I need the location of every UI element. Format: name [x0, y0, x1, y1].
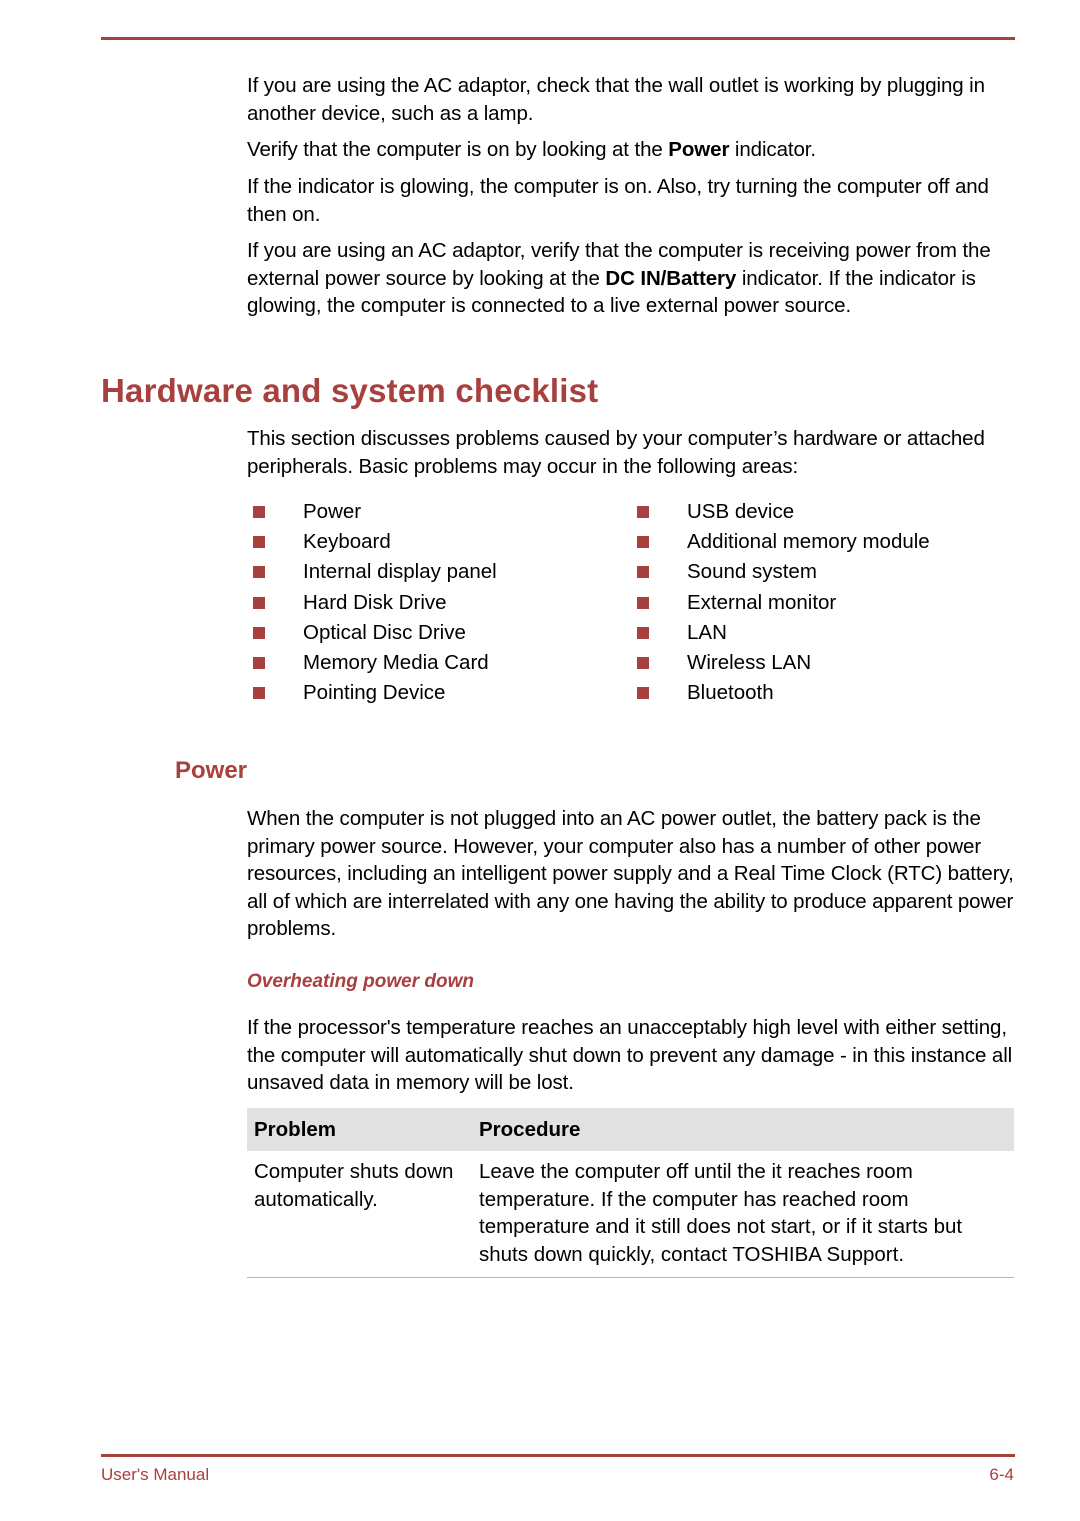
- problem-procedure-table: Problem Procedure Computer shuts down au…: [247, 1108, 1014, 1278]
- page-number: 6-4: [989, 1465, 1014, 1484]
- square-bullet-icon: [253, 656, 265, 669]
- footer-manual-title: User's Manual: [101, 1465, 210, 1484]
- checklist-item: Optical Disc Drive: [253, 619, 497, 649]
- checklist-item-label: Hard Disk Drive: [303, 590, 447, 614]
- footer-rule: [101, 1454, 1015, 1457]
- checklist-item: Bluetooth: [637, 679, 930, 709]
- overheating-body: If the processor's temperature reaches a…: [247, 1016, 1013, 1094]
- checklist-item: Power: [253, 498, 497, 528]
- column-header-problem: Problem: [254, 1117, 337, 1141]
- checklist-item-label: Wireless LAN: [687, 650, 812, 674]
- checklist-item-label: USB device: [687, 500, 795, 523]
- checklist-item: Keyboard: [253, 528, 497, 558]
- power-heading: Power: [175, 757, 248, 784]
- checklist-item: Internal display panel: [253, 558, 497, 588]
- paragraph-ac-adaptor-outlet: If you are using the AC adaptor, check t…: [247, 74, 985, 125]
- square-bullet-icon: [637, 626, 649, 639]
- text: indicator.: [729, 138, 816, 161]
- section-intro: This section discusses problems caused b…: [247, 427, 985, 478]
- checklist-item-label: Keyboard: [303, 530, 391, 554]
- checklist-item-label: Bluetooth: [687, 681, 774, 705]
- cell-procedure: Leave the computer off until the it reac…: [479, 1160, 963, 1266]
- checklist-item-label: Pointing Device: [303, 681, 446, 705]
- checklist-item: LAN: [637, 619, 930, 649]
- square-bullet-icon: [637, 687, 649, 700]
- header-rule: [101, 37, 1015, 40]
- paragraph-dc-in-battery: If you are using an AC adaptor, verify t…: [247, 237, 1017, 320]
- checklist-item: Hard Disk Drive: [253, 589, 497, 619]
- checklist-item: External monitor: [637, 589, 930, 619]
- square-bullet-icon: [253, 596, 265, 609]
- square-bullet-icon: [637, 536, 649, 549]
- square-bullet-icon: [637, 506, 649, 518]
- checklist-item: USB device: [637, 498, 930, 528]
- table-row: Computer shuts down automatically. Leave…: [247, 1151, 1014, 1277]
- checklist-item-label: Internal display panel: [303, 560, 497, 584]
- square-bullet-icon: [253, 687, 265, 700]
- checklist-column-2: USB device Additional memory module Soun…: [637, 498, 930, 709]
- checklist-column-1: Power Keyboard Internal display panel Ha…: [253, 498, 497, 709]
- checklist-item-label: Optical Disc Drive: [303, 620, 466, 644]
- square-bullet-icon: [253, 566, 265, 579]
- checklist-item: Memory Media Card: [253, 649, 497, 679]
- square-bullet-icon: [253, 536, 265, 549]
- checklist-item-label: LAN: [687, 620, 727, 644]
- cell-problem: Computer shuts down automatically.: [254, 1160, 454, 1211]
- square-bullet-icon: [253, 626, 265, 639]
- square-bullet-icon: [637, 566, 649, 579]
- checklist-item-label: External monitor: [687, 590, 837, 614]
- checklist-item: Additional memory module: [637, 528, 930, 558]
- checklist-item-label: Power: [303, 500, 362, 523]
- square-bullet-icon: [637, 656, 649, 669]
- checklist-item-label: Additional memory module: [687, 530, 930, 554]
- table-header: Problem Procedure: [247, 1108, 1014, 1151]
- text: Verify that the computer is on by lookin…: [247, 138, 669, 161]
- square-bullet-icon: [637, 596, 649, 609]
- checklist-item-label: Sound system: [687, 560, 817, 584]
- power-body: When the computer is not plugged into an…: [247, 807, 1014, 940]
- paragraph-indicator-glowing: If the indicator is glowing, the compute…: [247, 175, 989, 226]
- checklist-item-label: Memory Media Card: [303, 650, 489, 674]
- bold-term-power: Power: [668, 138, 730, 161]
- checklist-item: Sound system: [637, 558, 930, 588]
- section-title: Hardware and system checklist: [101, 372, 599, 409]
- overheating-heading: Overheating power down: [247, 971, 474, 992]
- paragraph-verify-power: Verify that the computer is on by lookin…: [247, 136, 1017, 164]
- column-header-procedure: Procedure: [479, 1117, 581, 1141]
- checklist-item: Pointing Device: [253, 679, 497, 709]
- checklist-item: Wireless LAN: [637, 649, 930, 679]
- bold-term-dc-in-battery: DC IN/Battery: [605, 266, 737, 290]
- square-bullet-icon: [253, 506, 265, 518]
